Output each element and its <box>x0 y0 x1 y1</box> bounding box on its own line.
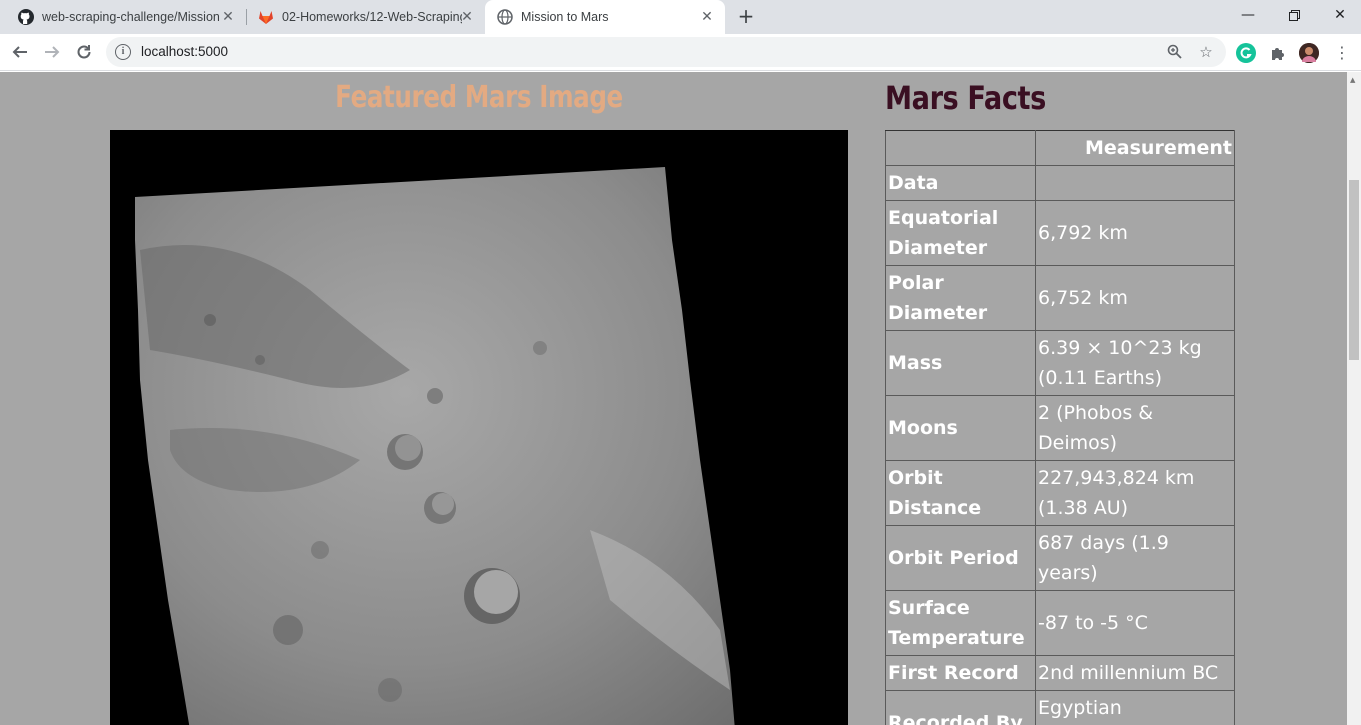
mars-facts-table: Measurement Data Equatorial Diameter 6,79… <box>885 130 1235 725</box>
featured-mars-image[interactable] <box>110 130 848 725</box>
fact-key: Orbit Period <box>885 525 1036 591</box>
minimize-icon[interactable]: — <box>1225 0 1271 30</box>
fact-value: 687 days (1.9 years) <box>1035 525 1235 591</box>
tab-mission-to-mars[interactable]: Mission to Mars ✕ <box>485 0 725 34</box>
tab-title: Mission to Mars <box>521 10 609 24</box>
url-text[interactable]: localhost:5000 <box>141 44 228 59</box>
forward-icon[interactable] <box>38 38 66 66</box>
menu-kebab-icon[interactable]: ⋮ <box>1328 38 1356 66</box>
table-row: Recorded ByEgyptian astronomers <box>885 690 1235 725</box>
fact-key: Polar Diameter <box>885 265 1036 331</box>
close-icon[interactable]: ✕ <box>220 9 236 25</box>
fact-key: Mass <box>885 330 1036 396</box>
fact-value: 6.39 × 10^23 kg (0.11 Earths) <box>1035 330 1235 396</box>
profile-avatar[interactable] <box>1299 43 1319 63</box>
fact-value: 2 (Phobos & Deimos) <box>1035 395 1235 461</box>
fact-value: Egyptian astronomers <box>1035 690 1235 725</box>
fact-key: Moons <box>885 395 1036 461</box>
table-row: Moons 2 (Phobos & Deimos) <box>885 395 1235 461</box>
table-header-row: Measurement <box>885 130 1235 166</box>
bookmark-star-icon[interactable]: ☆ <box>1198 44 1214 60</box>
fact-key: Equatorial Diameter <box>885 200 1036 266</box>
table-row: Polar Diameter 6,752 km <box>885 265 1235 331</box>
scroll-up-icon[interactable]: ▲ <box>1350 76 1355 84</box>
globe-icon <box>497 9 513 25</box>
featured-image-heading: Featured Mars Image <box>335 80 623 115</box>
tab-strip: web-scraping-challenge/Mission ✕ 02-Home… <box>0 0 1361 34</box>
address-bar[interactable]: i localhost:5000 ☆ <box>106 37 1226 67</box>
tab-title: web-scraping-challenge/Mission <box>42 10 220 24</box>
fact-value: -87 to -5 °C <box>1035 590 1235 656</box>
fact-key: Data <box>885 165 1036 201</box>
fact-value: 2nd millennium BC <box>1035 655 1235 691</box>
fact-value <box>1035 165 1235 201</box>
browser-toolbar: i localhost:5000 ☆ ⋮ <box>0 34 1361 71</box>
vertical-scrollbar[interactable]: ▲ <box>1347 72 1361 725</box>
table-row: Equatorial Diameter 6,792 km <box>885 200 1235 266</box>
table-row: Mass 6.39 × 10^23 kg (0.11 Earths) <box>885 330 1235 396</box>
page-content: Featured Mars Image Mars Facts Measureme… <box>0 72 1347 725</box>
new-tab-button[interactable]: + <box>735 5 757 27</box>
fact-value: 6,752 km <box>1035 265 1235 331</box>
table-row: First Record 2nd millennium BC <box>885 655 1235 691</box>
mars-facts-heading: Mars Facts <box>885 79 1046 117</box>
close-icon[interactable]: ✕ <box>699 9 715 25</box>
scrollbar-thumb[interactable] <box>1349 180 1359 360</box>
fact-key: Recorded By <box>885 690 1036 725</box>
table-row: Data <box>885 165 1235 201</box>
extensions-puzzle-icon[interactable] <box>1268 43 1288 63</box>
table-row: Orbit Period 687 days (1.9 years) <box>885 525 1235 591</box>
table-header-measurement: Measurement <box>1035 130 1235 166</box>
fact-key: Surface Temperature <box>885 590 1036 656</box>
fact-value: 227,943,824 km (1.38 AU) <box>1035 460 1235 526</box>
fact-key: First Record <box>885 655 1036 691</box>
tab-title: 02-Homeworks/12-Web-Scraping <box>282 10 462 24</box>
tab-gitlab[interactable]: 02-Homeworks/12-Web-Scraping ✕ <box>240 0 485 34</box>
back-icon[interactable] <box>6 38 34 66</box>
table-header-empty <box>885 130 1036 166</box>
gitlab-icon <box>258 9 274 25</box>
table-row: Surface Temperature -87 to -5 °C <box>885 590 1235 656</box>
table-row: Orbit Distance 227,943,824 km (1.38 AU) <box>885 460 1235 526</box>
info-icon[interactable]: i <box>115 44 131 60</box>
window-close-icon[interactable]: ✕ <box>1317 0 1361 30</box>
reload-icon[interactable] <box>70 38 98 66</box>
restore-icon[interactable] <box>1271 0 1317 30</box>
fact-value: 6,792 km <box>1035 200 1235 266</box>
zoom-icon[interactable] <box>1166 44 1182 60</box>
tab-github[interactable]: web-scraping-challenge/Mission ✕ <box>0 0 246 34</box>
close-icon[interactable]: ✕ <box>459 9 475 25</box>
fact-key: Orbit Distance <box>885 460 1036 526</box>
github-icon <box>18 9 34 25</box>
grammarly-icon[interactable] <box>1236 43 1256 63</box>
